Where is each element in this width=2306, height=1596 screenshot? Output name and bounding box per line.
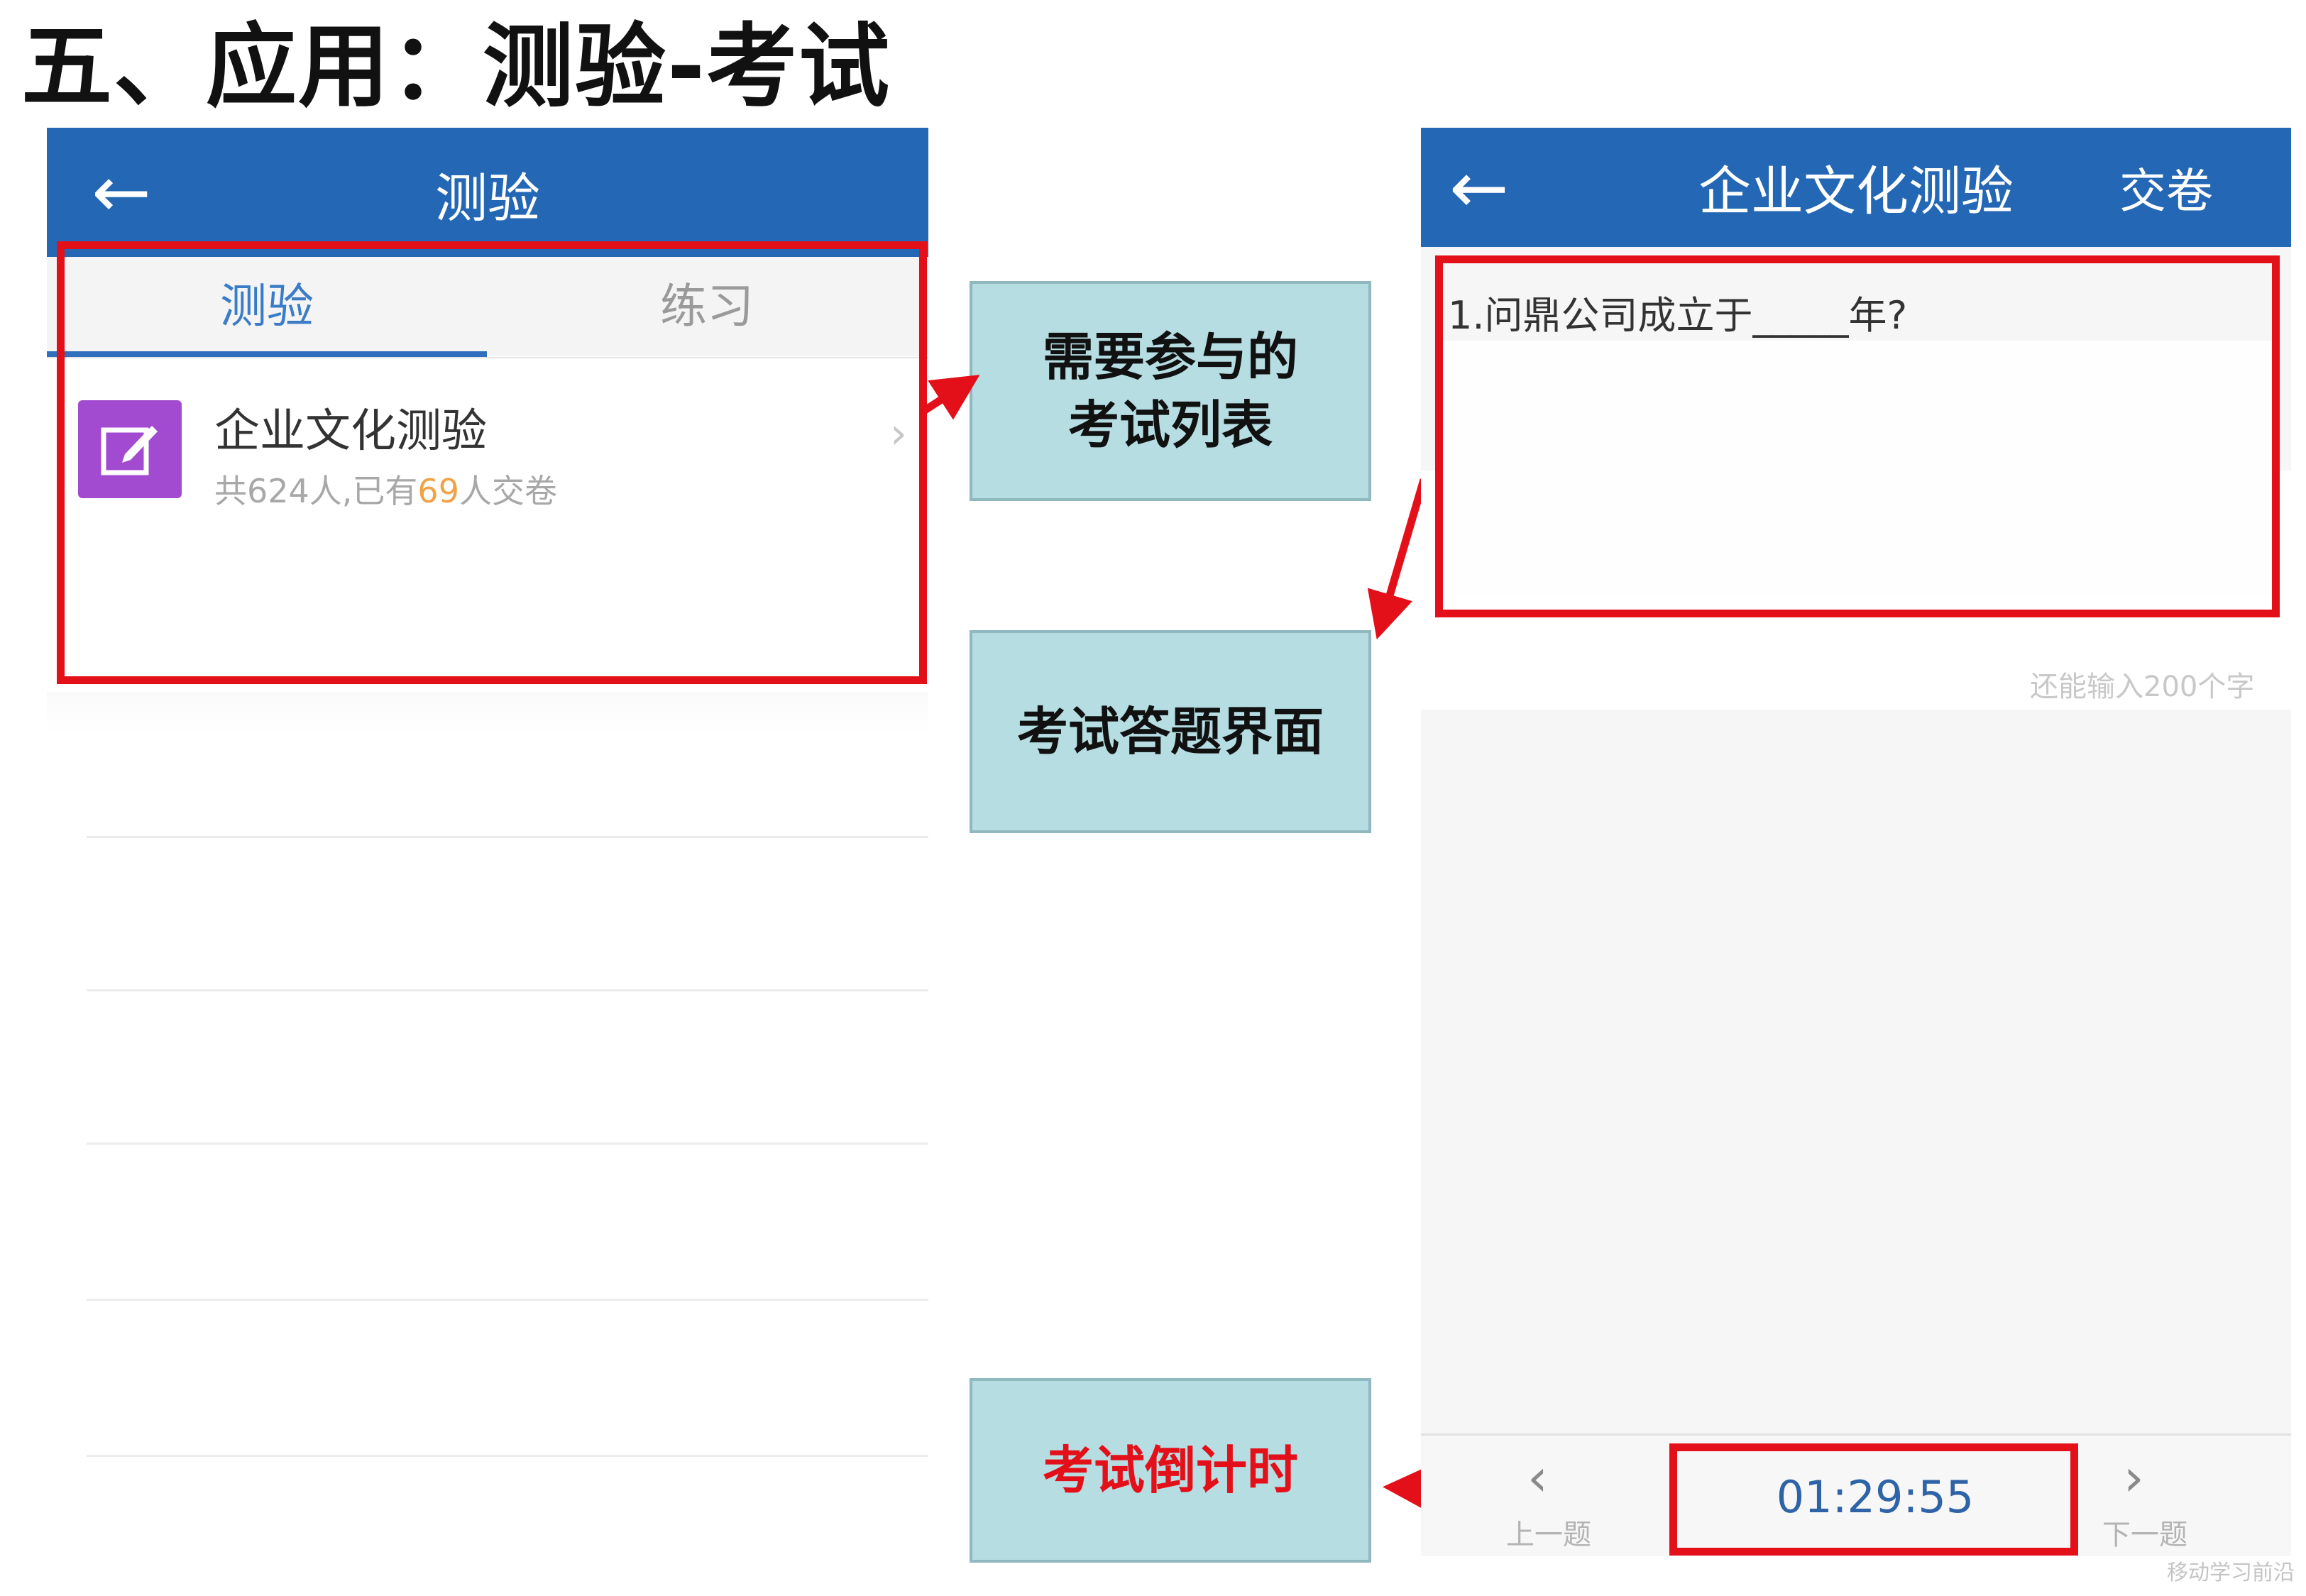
answer-background (1421, 710, 2291, 1554)
prev-question-button[interactable]: 上一题 (1506, 1512, 1591, 1553)
arrow-to-list-callout (921, 375, 980, 420)
char-count: 还能输入200个字 (2030, 671, 2255, 703)
highlight-box-question (1435, 255, 2280, 617)
highlight-box-timer (1669, 1443, 2078, 1556)
submit-button[interactable]: 交卷 (2119, 128, 2213, 247)
exam-answer-navbar: ← 企业文化测验 交卷 (1421, 128, 2291, 247)
arrow-to-answer-callout (1367, 478, 1428, 640)
next-question-button[interactable]: 下一题 (2102, 1512, 2187, 1553)
chevron-left-icon[interactable]: ‹ (1527, 1448, 1548, 1507)
watermark: 移动学习前沿 (2167, 1561, 2295, 1585)
chevron-right-icon[interactable]: › (2124, 1448, 2144, 1507)
